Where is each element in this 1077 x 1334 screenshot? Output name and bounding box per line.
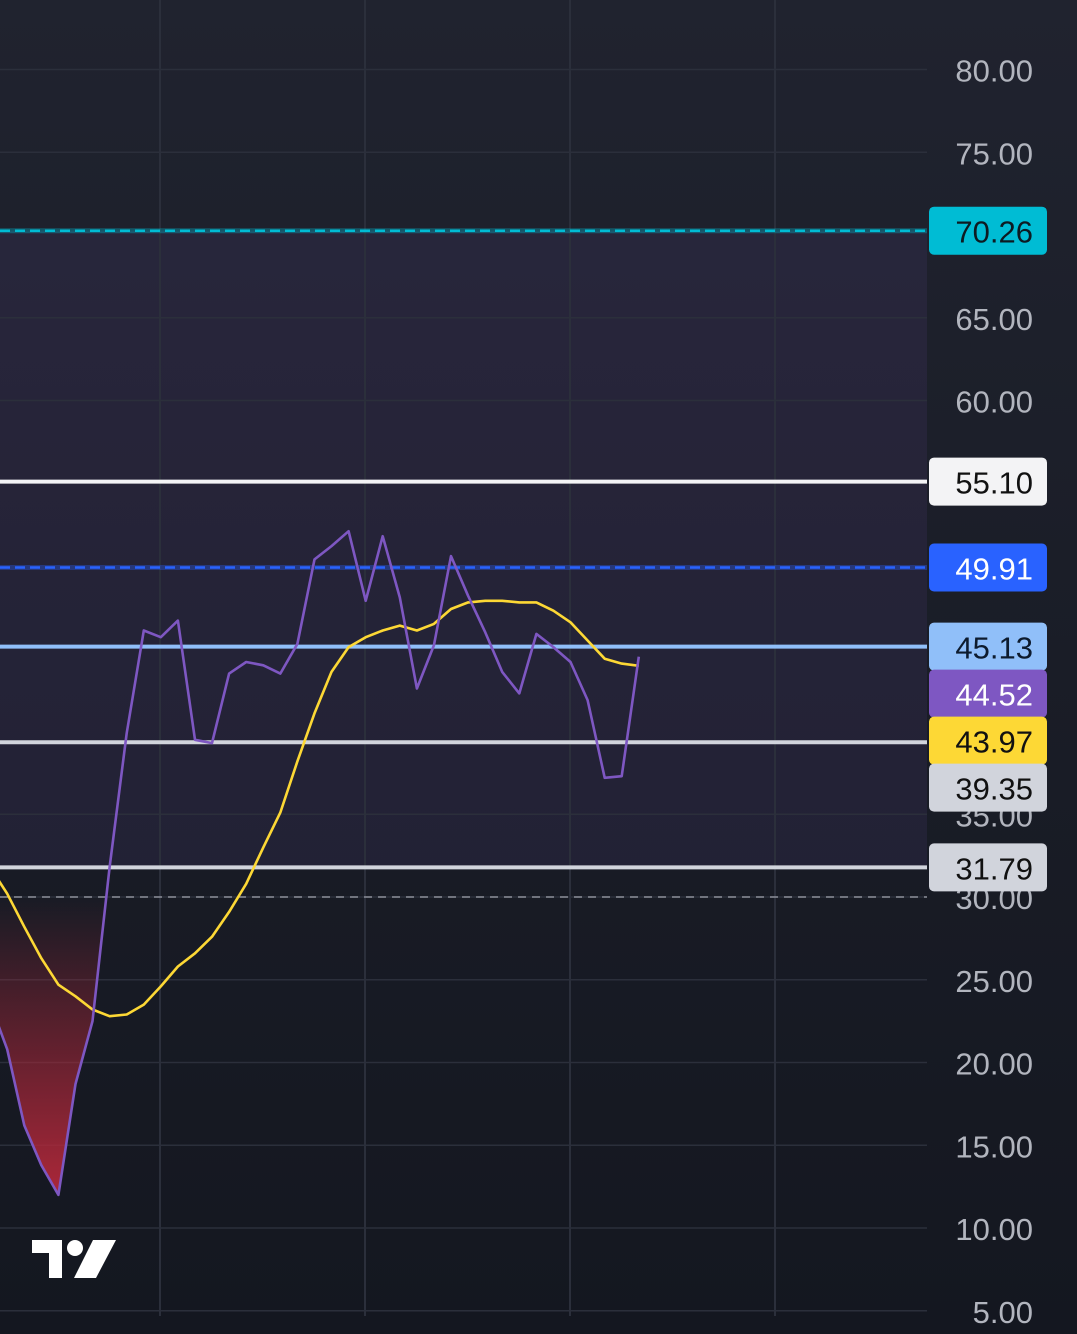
y-axis-tick-label: 15.00 <box>955 1129 1033 1164</box>
price-tag: 70.26 <box>929 206 1047 255</box>
price-tag: 49.91 <box>929 543 1047 592</box>
price-tag-label: 31.79 <box>955 851 1033 886</box>
oversold-fill <box>0 897 639 1195</box>
y-axis-tick-label: 75.00 <box>955 136 1033 171</box>
price-tag-label: 49.91 <box>955 551 1033 586</box>
y-axis-tick-label: 25.00 <box>955 964 1033 999</box>
price-tag-label: 39.35 <box>955 772 1033 807</box>
y-axis-tick-label: 65.00 <box>955 302 1033 337</box>
y-axis-tick-label: 60.00 <box>955 385 1033 420</box>
price-tag-label: 44.52 <box>955 678 1033 713</box>
y-axis-tick-label: 20.00 <box>955 1047 1033 1082</box>
rsi-band <box>0 230 927 868</box>
price-tag-label: 55.10 <box>955 466 1033 501</box>
price-tag-label: 43.97 <box>955 725 1033 760</box>
rsi-chart[interactable]: 80.0075.0065.0060.0035.0030.0025.0020.00… <box>0 0 1077 1334</box>
price-tag-label: 70.26 <box>955 215 1033 250</box>
price-tag: 31.79 <box>929 843 1047 892</box>
price-tag: 45.13 <box>929 622 1047 671</box>
tradingview-logo-icon <box>32 1240 116 1278</box>
price-tag: 55.10 <box>929 457 1047 506</box>
price-tag: 43.97 <box>929 716 1047 765</box>
y-axis-tick-label: 80.00 <box>955 54 1033 89</box>
y-axis-tick-label: 5.00 <box>973 1295 1033 1330</box>
price-tag-label: 45.13 <box>955 631 1033 666</box>
price-tag: 39.35 <box>929 763 1047 812</box>
chart-container[interactable]: 80.00 75.00 65.00 60.00 35.00 30.00 25.00 20.00… <box>0 0 1077 1334</box>
y-axis-tick-label: 10.00 <box>955 1212 1033 1247</box>
price-tag: 44.52 <box>929 669 1047 718</box>
